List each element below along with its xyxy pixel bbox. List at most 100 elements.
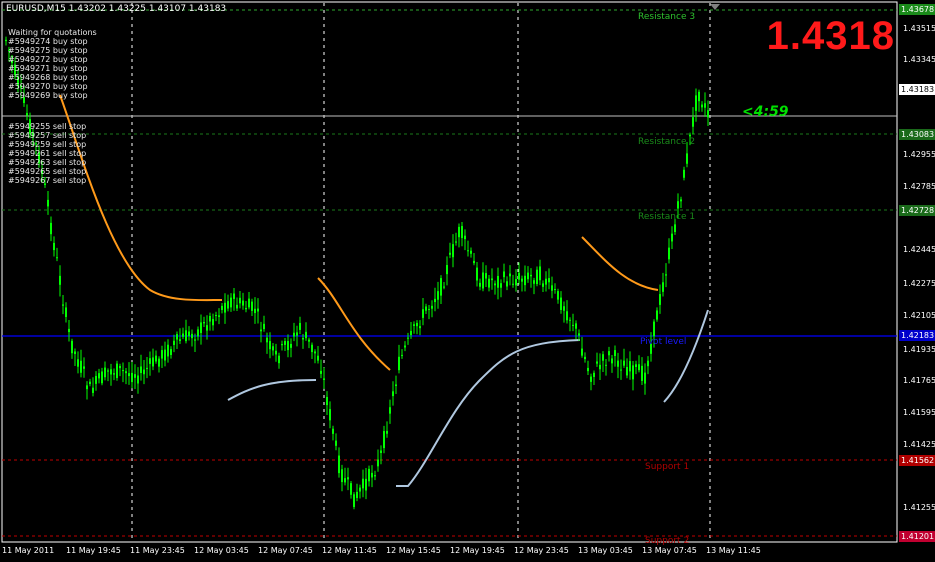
time-axis-label: 12 May 23:45 xyxy=(514,546,569,555)
candle-body xyxy=(314,351,316,354)
candle-body xyxy=(386,430,388,434)
candle-body xyxy=(74,351,76,355)
candle-body xyxy=(338,455,340,474)
symbol-header: EURUSD,M15 1.43202 1.43225 1.43107 1.431… xyxy=(6,4,227,14)
candle-body xyxy=(542,283,544,287)
price-axis-label: 1.42955 xyxy=(903,150,935,159)
candle-body xyxy=(356,491,358,498)
candle-body xyxy=(53,242,55,251)
level-lines xyxy=(2,4,897,537)
candle-body xyxy=(164,349,166,361)
candle-body xyxy=(623,360,625,366)
candle-body xyxy=(431,305,433,309)
candle-body xyxy=(245,307,247,310)
candle-body xyxy=(380,450,382,453)
candle-body xyxy=(470,250,472,254)
candle-body xyxy=(581,348,583,356)
candle-body xyxy=(575,323,577,329)
order-line: #5949265 sell stop xyxy=(8,167,87,176)
candle-body xyxy=(5,39,7,42)
candle-body xyxy=(197,329,199,337)
candle-body xyxy=(422,309,424,318)
price-chart[interactable] xyxy=(0,0,935,562)
candle-body xyxy=(677,201,679,209)
candle-body xyxy=(527,272,529,280)
candle-body xyxy=(554,288,556,290)
candle-body xyxy=(518,272,520,280)
order-line: #5949274 buy stop xyxy=(8,37,88,46)
candle-body xyxy=(26,113,28,116)
candle-body xyxy=(350,483,352,495)
candle-body xyxy=(473,260,475,264)
candle-body xyxy=(671,233,673,242)
candle-body xyxy=(359,487,361,492)
price-tag-s2: 1.41201 xyxy=(899,531,935,542)
candle-body xyxy=(92,387,94,393)
candle-body xyxy=(218,315,220,317)
candle-body xyxy=(695,95,697,111)
order-line: #5949272 buy stop xyxy=(8,55,88,64)
price-tag-current: 1.43183 xyxy=(899,84,935,95)
candle-body xyxy=(638,364,640,371)
candle-body xyxy=(341,469,343,483)
candle-body xyxy=(521,278,523,282)
candle-body xyxy=(416,322,418,327)
big-price-readout: 1.4318 xyxy=(766,14,895,58)
time-axis-label: 13 May 07:45 xyxy=(642,546,697,555)
candle-body xyxy=(371,472,373,478)
candle-body xyxy=(512,283,514,285)
order-line: #5949255 sell stop xyxy=(8,122,87,131)
candle-body xyxy=(209,315,211,322)
order-line: #5949263 sell stop xyxy=(8,158,87,167)
candle-body xyxy=(263,323,265,330)
candle-body xyxy=(89,381,91,385)
candle-body xyxy=(539,266,541,281)
price-axis-label: 1.41255 xyxy=(903,503,935,512)
candle-body xyxy=(446,265,448,275)
candle-body xyxy=(104,367,106,378)
candle-body xyxy=(404,345,406,348)
candle-body xyxy=(674,224,676,233)
time-axis-label: 12 May 07:45 xyxy=(258,546,313,555)
candle-body xyxy=(395,384,397,387)
candle-body xyxy=(488,278,490,288)
candle-body xyxy=(281,344,283,346)
price-axis-label: 1.42445 xyxy=(903,245,935,254)
price-axis-label: 1.41425 xyxy=(903,440,935,449)
candle-body xyxy=(668,247,670,260)
candle-body xyxy=(77,359,79,367)
candle-body xyxy=(161,350,163,359)
candle-body xyxy=(383,431,385,449)
candle-body xyxy=(149,358,151,364)
candle-body xyxy=(131,372,133,383)
candle-body xyxy=(593,372,595,377)
candle-body xyxy=(347,477,349,480)
candle-body xyxy=(578,333,580,336)
candle-body xyxy=(458,226,460,238)
candle-body xyxy=(644,372,646,384)
candle-body xyxy=(353,494,355,507)
candle-body xyxy=(635,364,637,367)
candle-body xyxy=(647,360,649,367)
candle-body xyxy=(641,365,643,381)
candle-body xyxy=(326,396,328,406)
candle-body xyxy=(656,310,658,320)
price-axis-label: 1.41765 xyxy=(903,376,935,385)
candle-body xyxy=(86,385,88,390)
candle-body xyxy=(401,354,403,356)
candle-body xyxy=(608,351,610,356)
candle-body xyxy=(182,333,184,337)
candle-body xyxy=(68,328,70,333)
candle-body xyxy=(509,273,511,277)
candle-body xyxy=(611,358,613,364)
time-axis-label: 13 May 03:45 xyxy=(578,546,633,555)
candle-body xyxy=(587,367,589,372)
candle-body xyxy=(80,360,82,373)
candle-body xyxy=(599,364,601,370)
order-line: #5949271 buy stop xyxy=(8,64,88,73)
candle-body xyxy=(293,332,295,337)
candle-body xyxy=(530,274,532,277)
time-axis-label: 11 May 23:45 xyxy=(130,546,185,555)
candle-body xyxy=(287,341,289,351)
candle-body xyxy=(140,366,142,374)
